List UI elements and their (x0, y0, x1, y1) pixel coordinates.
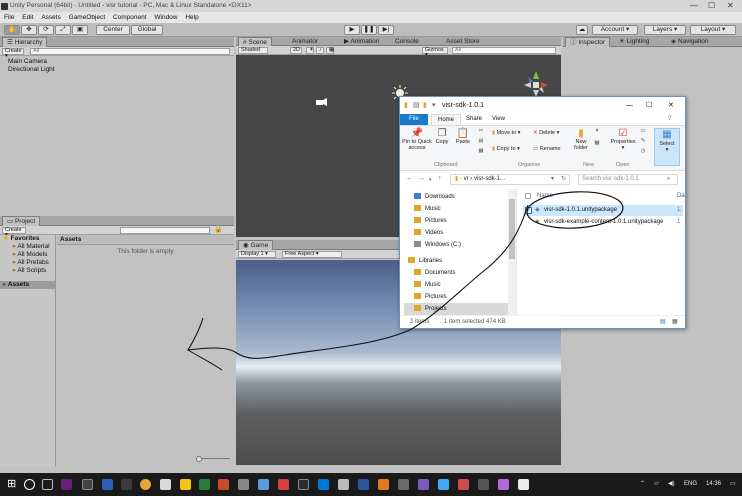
task-view-icon[interactable] (42, 479, 53, 490)
app-icon[interactable] (458, 479, 469, 490)
app-icon[interactable] (398, 479, 409, 490)
unity-taskbar-icon[interactable] (82, 479, 93, 490)
notifications-icon[interactable]: ▭ (730, 473, 736, 496)
app-icon[interactable] (478, 479, 489, 490)
paint-icon[interactable] (278, 479, 289, 490)
notepad-icon[interactable] (238, 479, 249, 490)
visual-studio-code-icon[interactable] (102, 479, 113, 490)
drag-annotation-stroke (186, 204, 529, 359)
clock-time[interactable]: 14:36 (706, 473, 721, 496)
word-icon[interactable] (358, 479, 369, 490)
file-explorer-taskbar-icon[interactable] (180, 479, 191, 490)
drag-annotation-tick (187, 349, 223, 371)
file-highlight-circle (526, 191, 624, 229)
app-icon[interactable] (338, 479, 349, 490)
app-icon[interactable] (518, 479, 529, 490)
app-icon[interactable] (418, 479, 429, 490)
windows-start-icon[interactable]: ⊞ (7, 479, 18, 490)
app-icon[interactable] (438, 479, 449, 490)
visual-studio-icon[interactable] (61, 479, 72, 490)
app-icon[interactable] (160, 479, 171, 490)
app-icon[interactable] (298, 479, 309, 490)
app-icon[interactable] (378, 479, 389, 490)
terminal-icon[interactable] (121, 479, 132, 490)
drawing-overlay (186, 191, 624, 371)
volume-icon[interactable]: ◀) (668, 473, 675, 496)
cortana-search-icon[interactable] (24, 479, 35, 490)
network-icon[interactable]: ▱ (654, 473, 659, 496)
tray-chevron-icon[interactable]: ⌃ (640, 473, 645, 496)
chrome-icon[interactable] (140, 479, 151, 490)
office-icon[interactable] (218, 479, 229, 490)
edge-icon[interactable] (318, 479, 329, 490)
app-icon[interactable] (498, 479, 509, 490)
keyboard-language[interactable]: ENG (684, 473, 697, 496)
spreadsheet-icon[interactable] (199, 479, 210, 490)
photos-icon[interactable] (258, 479, 269, 490)
windows-taskbar: ⊞ ⌃ ▱ ◀) ENG 14:36 ▭ (0, 473, 742, 496)
